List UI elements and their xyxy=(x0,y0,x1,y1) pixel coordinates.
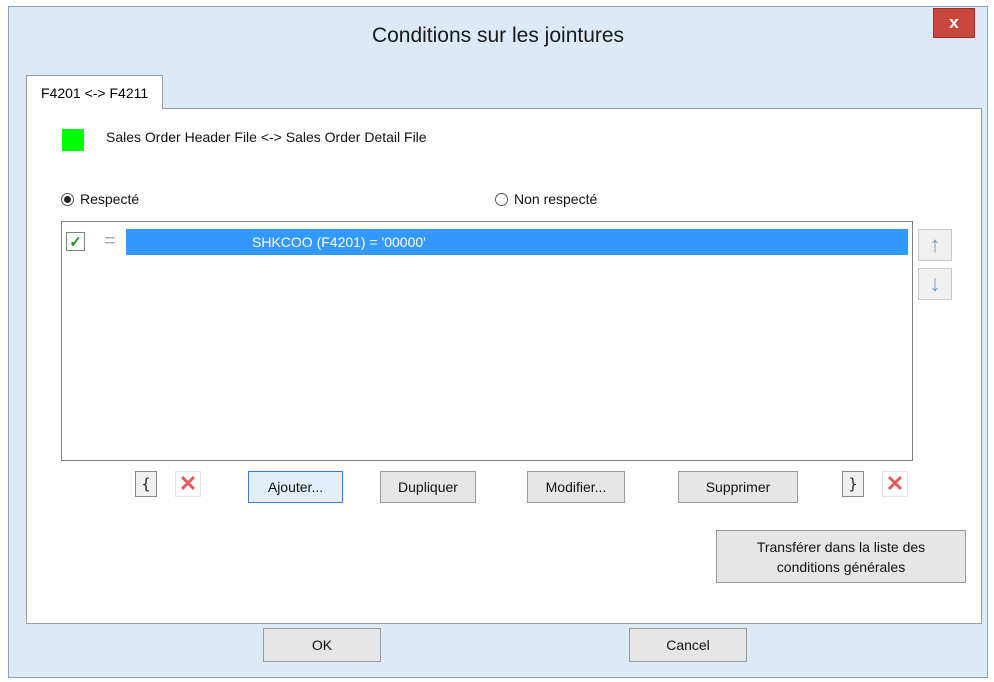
radio-not-respected-label: Non respecté xyxy=(514,191,598,207)
close-brace-button[interactable]: } xyxy=(842,471,864,497)
transfer-to-general-button[interactable]: Transférer dans la liste des conditions … xyxy=(716,530,966,583)
arrow-up-icon: ↑ xyxy=(929,232,941,257)
move-down-button[interactable]: ↓ xyxy=(918,268,952,300)
dialog-window: Conditions sur les jointures x F4201 <->… xyxy=(8,6,988,678)
radio-not-respected[interactable]: Non respecté xyxy=(495,191,597,207)
cancel-button[interactable]: Cancel xyxy=(629,628,747,662)
open-brace-button[interactable]: { xyxy=(135,471,157,497)
remove-close-brace-button[interactable]: ✕ xyxy=(882,471,908,497)
conditions-list[interactable]: ✓ = SHKCOO (F4201) = '00000' xyxy=(61,221,913,461)
dialog-title: Conditions sur les jointures xyxy=(371,24,625,47)
move-up-button[interactable]: ↑ xyxy=(918,229,952,261)
radio-respected[interactable]: Respecté xyxy=(61,191,139,207)
ok-button[interactable]: OK xyxy=(263,628,381,662)
radio-button-icon xyxy=(61,192,74,206)
red-x-icon: ✕ xyxy=(178,471,198,496)
condition-checkbox[interactable]: ✓ xyxy=(66,232,85,251)
modify-button[interactable]: Modifier... xyxy=(527,471,625,503)
title-bar: Conditions sur les jointures x xyxy=(9,7,987,63)
tab-panel: Sales Order Header File <-> Sales Order … xyxy=(26,108,982,624)
join-color-swatch xyxy=(62,129,84,151)
delete-button[interactable]: Supprimer xyxy=(678,471,798,503)
radio-button-icon xyxy=(495,192,508,206)
tab-join[interactable]: F4201 <-> F4211 xyxy=(26,75,164,109)
checkmark-icon: ✓ xyxy=(69,233,82,251)
condition-row[interactable]: ✓ = SHKCOO (F4201) = '00000' xyxy=(62,229,912,255)
remove-open-brace-button[interactable]: ✕ xyxy=(175,471,201,497)
join-description: Sales Order Header File <-> Sales Order … xyxy=(106,129,427,145)
equals-icon: = xyxy=(104,230,116,252)
condition-text[interactable]: SHKCOO (F4201) = '00000' xyxy=(126,229,908,255)
close-button[interactable]: x xyxy=(933,8,975,38)
add-button[interactable]: Ajouter... xyxy=(248,471,343,503)
red-x-icon: ✕ xyxy=(885,471,905,496)
duplicate-button[interactable]: Dupliquer xyxy=(380,471,476,503)
radio-respected-label: Respecté xyxy=(80,191,140,207)
close-icon: x xyxy=(949,13,959,32)
arrow-down-icon: ↓ xyxy=(929,271,941,296)
